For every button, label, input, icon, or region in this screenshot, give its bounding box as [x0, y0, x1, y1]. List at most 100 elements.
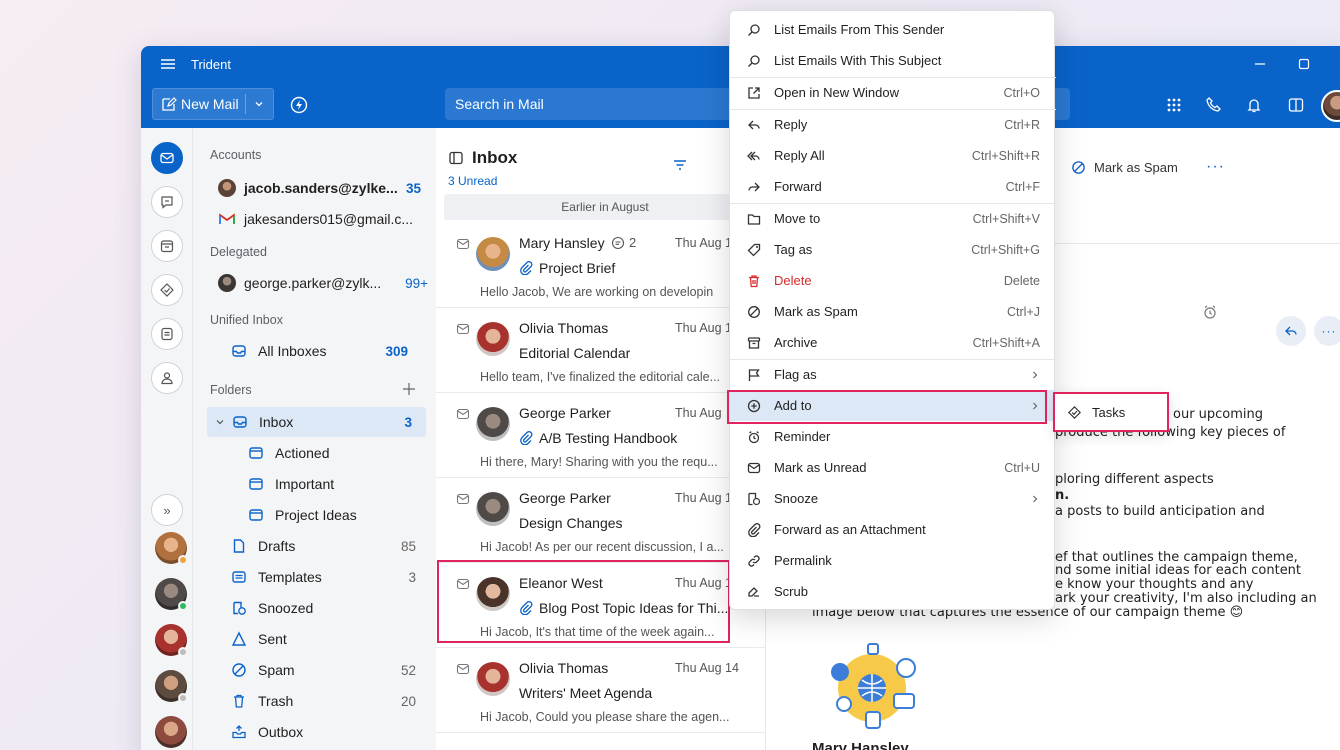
menu-item-list-from-sender[interactable]: List Emails From This Sender — [730, 14, 1056, 45]
collapse-pane-icon[interactable] — [448, 150, 464, 166]
message-more-button[interactable]: ··· — [1314, 316, 1340, 346]
message-row[interactable]: Olivia Thomas Thu Aug 1 Editorial Calend… — [436, 308, 766, 393]
menu-item-label: Reminder — [774, 429, 831, 444]
message-date: Thu Aug 1 — [675, 236, 732, 250]
add-folder-icon[interactable] — [402, 382, 416, 396]
folder-sent[interactable]: Sent — [193, 624, 436, 654]
menu-item-permalink[interactable]: Permalink — [730, 545, 1056, 576]
account-item[interactable]: jakesanders015@gmail.c... — [193, 204, 436, 234]
envelope-icon — [456, 238, 470, 250]
menu-item-move-to[interactable]: Move to Ctrl+Shift+V — [730, 203, 1056, 234]
message-row[interactable]: Olivia Thomas Thu Aug 14 Writers' Meet A… — [436, 648, 766, 733]
thread-count-value: 2 — [629, 235, 637, 250]
folder-inbox[interactable]: Inbox 3 — [207, 407, 426, 437]
sender-name: Olivia Thomas — [519, 660, 609, 676]
subject-text: A/B Testing Handbook — [539, 430, 678, 446]
folder-snoozed[interactable]: Snoozed — [193, 593, 436, 623]
menu-item-archive[interactable]: Archive Ctrl+Shift+A — [730, 327, 1056, 358]
body-text: nd some initial ideas for each content — [1055, 563, 1302, 578]
new-mail-button[interactable]: New Mail — [153, 89, 245, 119]
folder-drafts[interactable]: Drafts 85 — [193, 531, 436, 561]
submenu-tasks[interactable]: Tasks — [1053, 392, 1169, 432]
rail-notes-button[interactable] — [151, 318, 183, 350]
maximize-icon[interactable] — [1295, 55, 1313, 73]
menu-item-snooze[interactable]: Snooze — [730, 483, 1056, 514]
menu-item-reply[interactable]: Reply Ctrl+R — [730, 109, 1056, 140]
user-avatar[interactable] — [1321, 90, 1340, 122]
contact-avatar[interactable] — [155, 578, 188, 611]
quick-actions-icon[interactable] — [289, 95, 309, 115]
menu-item-scrub[interactable]: Scrub — [730, 576, 1056, 607]
folder-trash[interactable]: Trash 20 — [193, 686, 436, 716]
menu-item-mark-as-unread[interactable]: Mark as Unread Ctrl+U — [730, 452, 1056, 483]
menu-item-forward-as-attachment[interactable]: Forward as an Attachment — [730, 514, 1056, 545]
folder-templates[interactable]: Templates 3 — [193, 562, 436, 592]
filter-icon[interactable] — [672, 158, 688, 172]
envelope-icon — [456, 408, 470, 420]
list-title: Inbox — [472, 148, 518, 167]
menu-item-mark-as-spam[interactable]: Mark as Spam Ctrl+J — [730, 296, 1056, 327]
more-actions-button[interactable]: ··· — [1206, 158, 1225, 176]
menu-item-add-to[interactable]: Add to — [730, 390, 1056, 421]
phone-icon[interactable] — [1205, 96, 1223, 114]
account-unread-count: 99+ — [405, 275, 428, 291]
rail-chat-button[interactable] — [151, 186, 183, 218]
sender-avatar — [476, 577, 510, 611]
conversation-icon — [611, 236, 625, 249]
menu-item-forward[interactable]: Forward Ctrl+F — [730, 171, 1056, 202]
menu-item-reply-all[interactable]: Reply All Ctrl+Shift+R — [730, 140, 1056, 171]
menu-item-delete[interactable]: Delete Delete — [730, 265, 1056, 296]
rail-calendar-button[interactable] — [151, 230, 183, 262]
folder-spam[interactable]: Spam 52 — [193, 655, 436, 685]
folder-outbox[interactable]: Outbox — [193, 717, 436, 747]
contact-avatar[interactable] — [155, 670, 188, 703]
paperclip-icon — [520, 431, 533, 445]
rail-contacts-button[interactable] — [151, 362, 183, 394]
delegated-account-item[interactable]: george.parker@zylk... 99+ — [193, 268, 436, 298]
message-row[interactable]: George Parker Thu Aug 1 Design Changes H… — [436, 478, 766, 563]
account-name: jacob.sanders@zylke... — [244, 180, 398, 196]
message-row[interactable]: George Parker Thu Aug A/B Testing Handbo… — [436, 393, 766, 478]
hamburger-menu-icon[interactable] — [159, 55, 177, 73]
message-row-selected[interactable]: Eleanor West Thu Aug 1 Blog Post Topic I… — [436, 563, 766, 648]
menu-item-label: Reply All — [774, 148, 825, 163]
folder-label: Templates — [258, 569, 322, 585]
menu-item-open-new-window[interactable]: Open in New Window Ctrl+O — [730, 77, 1056, 108]
contact-avatar[interactable] — [155, 624, 188, 657]
mark-as-spam-button[interactable]: Mark as Spam — [1071, 160, 1178, 175]
campaign-illustration-image — [831, 643, 916, 729]
contact-avatar[interactable] — [155, 716, 187, 748]
apps-grid-icon[interactable] — [1165, 96, 1183, 114]
reply-sender-name: Mary Hansley — [812, 740, 909, 750]
folder-label: All Inboxes — [258, 343, 327, 359]
account-item[interactable]: jacob.sanders@zylke... 35 — [193, 173, 436, 203]
folder-important[interactable]: Important — [193, 469, 436, 499]
menu-item-shortcut: Ctrl+O — [1003, 85, 1040, 100]
panel-toggle-icon[interactable] — [1287, 96, 1305, 114]
folder-all-inboxes[interactable]: All Inboxes 309 — [193, 336, 436, 366]
menu-item-label: Open in New Window — [774, 85, 899, 100]
menu-item-flag-as[interactable]: Flag as — [730, 359, 1056, 390]
contact-avatar[interactable] — [155, 532, 188, 565]
sender-avatar — [476, 492, 510, 526]
minimize-icon[interactable] — [1251, 55, 1269, 73]
folder-project-ideas[interactable]: Project Ideas — [193, 500, 436, 530]
presence-dot — [178, 647, 188, 657]
folder-actioned[interactable]: Actioned — [193, 438, 436, 468]
chevron-right-icon — [1033, 371, 1038, 378]
unread-count-link[interactable]: 3 Unread — [448, 174, 497, 188]
reply-button[interactable] — [1276, 316, 1306, 346]
rail-expand-button[interactable]: » — [151, 494, 183, 526]
menu-item-reminder[interactable]: Reminder — [730, 421, 1056, 452]
envelope-icon — [746, 460, 762, 476]
menu-item-label: Snooze — [774, 491, 819, 506]
new-mail-dropdown[interactable] — [246, 89, 272, 119]
message-row[interactable]: Mary Hansley 2 Thu Aug 1 Project Brief H… — [436, 223, 766, 308]
chevron-down-icon[interactable] — [215, 417, 225, 427]
rail-tasks-button[interactable] — [151, 274, 183, 306]
sent-icon — [230, 630, 248, 648]
menu-item-list-with-subject[interactable]: List Emails With This Subject — [730, 45, 1056, 76]
menu-item-tag-as[interactable]: Tag as Ctrl+Shift+G — [730, 234, 1056, 265]
rail-mail-button[interactable] — [151, 142, 183, 174]
bell-icon[interactable] — [1245, 96, 1263, 114]
